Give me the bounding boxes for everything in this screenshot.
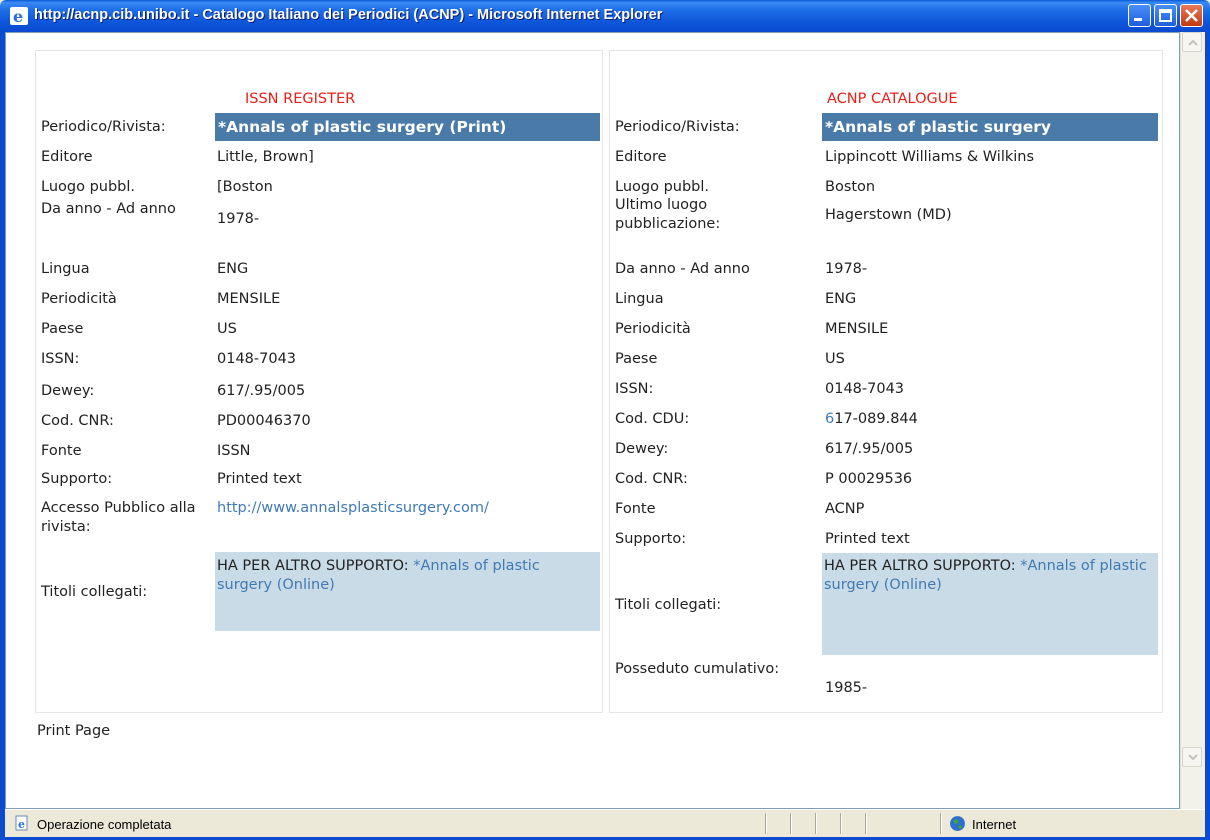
- holdings-value: 1985-: [825, 680, 868, 696]
- window-frame-right: [1205, 32, 1210, 840]
- field-value: 0148-7043: [217, 351, 297, 367]
- field-value: ISSN: [217, 443, 251, 459]
- journal-title[interactable]: *Annals of plastic surgery (Print): [215, 113, 600, 141]
- linked-prefix: HA PER ALTRO SUPPORTO:: [217, 558, 409, 574]
- field-label: Da anno - Ad anno: [615, 261, 750, 277]
- svg-text:e: e: [13, 7, 23, 25]
- chevron-up-icon: [1188, 39, 1198, 46]
- title-label: Periodico/Rivista:: [615, 119, 740, 135]
- field-value: MENSILE: [825, 321, 889, 337]
- field-value: US: [825, 351, 845, 367]
- field-value: ENG: [217, 261, 249, 277]
- internet-explorer-icon: e: [10, 7, 28, 25]
- field-label: Fonte: [41, 443, 82, 459]
- journal-title[interactable]: *Annals of plastic surgery: [822, 113, 1158, 141]
- field-value: 1978-: [217, 211, 260, 227]
- status-separator: [790, 813, 792, 834]
- journal-title-text: *Annals of plastic surgery (Print): [218, 118, 507, 136]
- status-separator: [815, 813, 817, 834]
- journal-title-text: *Annals of plastic surgery: [825, 118, 1052, 136]
- field-value: ENG: [825, 291, 857, 307]
- field-label: ISSN:: [615, 381, 654, 397]
- field-value: 617/.95/005: [217, 383, 306, 399]
- print-page-link[interactable]: Print Page: [37, 723, 110, 739]
- status-separator: [765, 813, 767, 834]
- vertical-scrollbar[interactable]: [1180, 32, 1205, 809]
- field-label: Editore: [615, 149, 667, 165]
- field-label: Da anno - Ad anno: [41, 201, 176, 217]
- field-value: ACNP: [825, 501, 865, 517]
- field-value: Printed text: [217, 471, 302, 487]
- field-value: 617-089.844: [825, 410, 918, 429]
- field-value: Printed text: [825, 531, 910, 547]
- field-label: Cod. CNR:: [41, 413, 114, 429]
- field-label: ISSN:: [41, 351, 80, 367]
- field-label: Periodicità: [41, 291, 117, 307]
- chevron-down-icon: [1188, 754, 1198, 761]
- scroll-up-button[interactable]: [1182, 32, 1202, 52]
- field-value: 1978-: [825, 261, 868, 277]
- minimize-button[interactable]: [1128, 4, 1151, 27]
- field-label: Luogo pubbl.: [615, 179, 710, 195]
- status-separator: [865, 813, 867, 834]
- minimize-icon: [1134, 18, 1142, 21]
- status-separator: [940, 813, 942, 834]
- field-label: Editore: [41, 149, 93, 165]
- linked-titles: HA PER ALTRO SUPPORTO: *Annals of plasti…: [824, 557, 1154, 595]
- field-value: Hagerstown (MD): [825, 207, 952, 223]
- svg-text:e: e: [18, 818, 25, 831]
- field-label: Periodicità: [615, 321, 691, 337]
- field-label: Supporto:: [41, 471, 113, 487]
- field-label: Paese: [41, 321, 84, 337]
- close-icon: [1185, 9, 1198, 22]
- issn-register-heading: ISSN REGISTER: [245, 91, 356, 107]
- field-value: Little, Brown]: [217, 149, 314, 165]
- access-link[interactable]: http://www.annalsplasticsurgery.com/: [217, 499, 489, 518]
- field-value-link[interactable]: 6: [825, 411, 834, 427]
- field-label: Luogo pubbl.: [41, 179, 136, 195]
- field-value: [Boston: [217, 179, 273, 195]
- security-zone: Internet: [972, 817, 1017, 832]
- status-bar: e Operazione completata Internet: [5, 809, 1205, 837]
- close-button[interactable]: [1180, 4, 1203, 27]
- field-label: Dewey:: [41, 383, 95, 399]
- maximize-icon: [1159, 9, 1172, 22]
- page-icon: e: [15, 815, 28, 831]
- field-label: Fonte: [615, 501, 656, 517]
- field-value: US: [217, 321, 237, 337]
- linked-label: Titoli collegati:: [41, 584, 148, 600]
- title-label: Periodico/Rivista:: [41, 119, 166, 135]
- window-title: http://acnp.cib.unibo.it - Catalogo Ital…: [34, 7, 663, 23]
- field-value: 0148-7043: [825, 381, 905, 397]
- field-label: Lingua: [615, 291, 664, 307]
- field-label: Supporto:: [615, 531, 687, 547]
- field-value: P 00029536: [825, 471, 913, 487]
- acnp-catalogue-heading: ACNP CATALOGUE: [827, 91, 958, 107]
- linked-titles: HA PER ALTRO SUPPORTO: *Annals of plasti…: [217, 557, 597, 595]
- title-bar[interactable]: e http://acnp.cib.unibo.it - Catalogo It…: [0, 0, 1210, 32]
- holdings-label: Posseduto cumulativo:: [615, 661, 780, 677]
- field-label: Ultimo luogo pubblicazione:: [615, 197, 721, 232]
- field-label: Dewey:: [615, 441, 669, 457]
- field-label: Cod. CDU:: [615, 411, 690, 427]
- access-label: Accesso Pubblico alla rivista:: [41, 500, 196, 535]
- field-value: MENSILE: [217, 291, 281, 307]
- field-value: 617/.95/005: [825, 441, 914, 457]
- field-value-text: 17-089.844: [834, 411, 918, 427]
- field-value: Lippincott Williams & Wilkins: [825, 149, 1035, 165]
- field-value: Boston: [825, 179, 876, 195]
- maximize-button[interactable]: [1154, 4, 1177, 27]
- globe-icon: [950, 816, 965, 831]
- status-separator: [840, 813, 842, 834]
- status-text: Operazione completata: [37, 817, 172, 832]
- field-label: Lingua: [41, 261, 90, 277]
- field-label: Cod. CNR:: [615, 471, 688, 487]
- scroll-down-button[interactable]: [1182, 747, 1202, 767]
- field-label: Paese: [615, 351, 658, 367]
- linked-prefix: HA PER ALTRO SUPPORTO:: [824, 558, 1016, 574]
- linked-label: Titoli collegati:: [615, 597, 722, 613]
- field-value: PD00046370: [217, 413, 311, 429]
